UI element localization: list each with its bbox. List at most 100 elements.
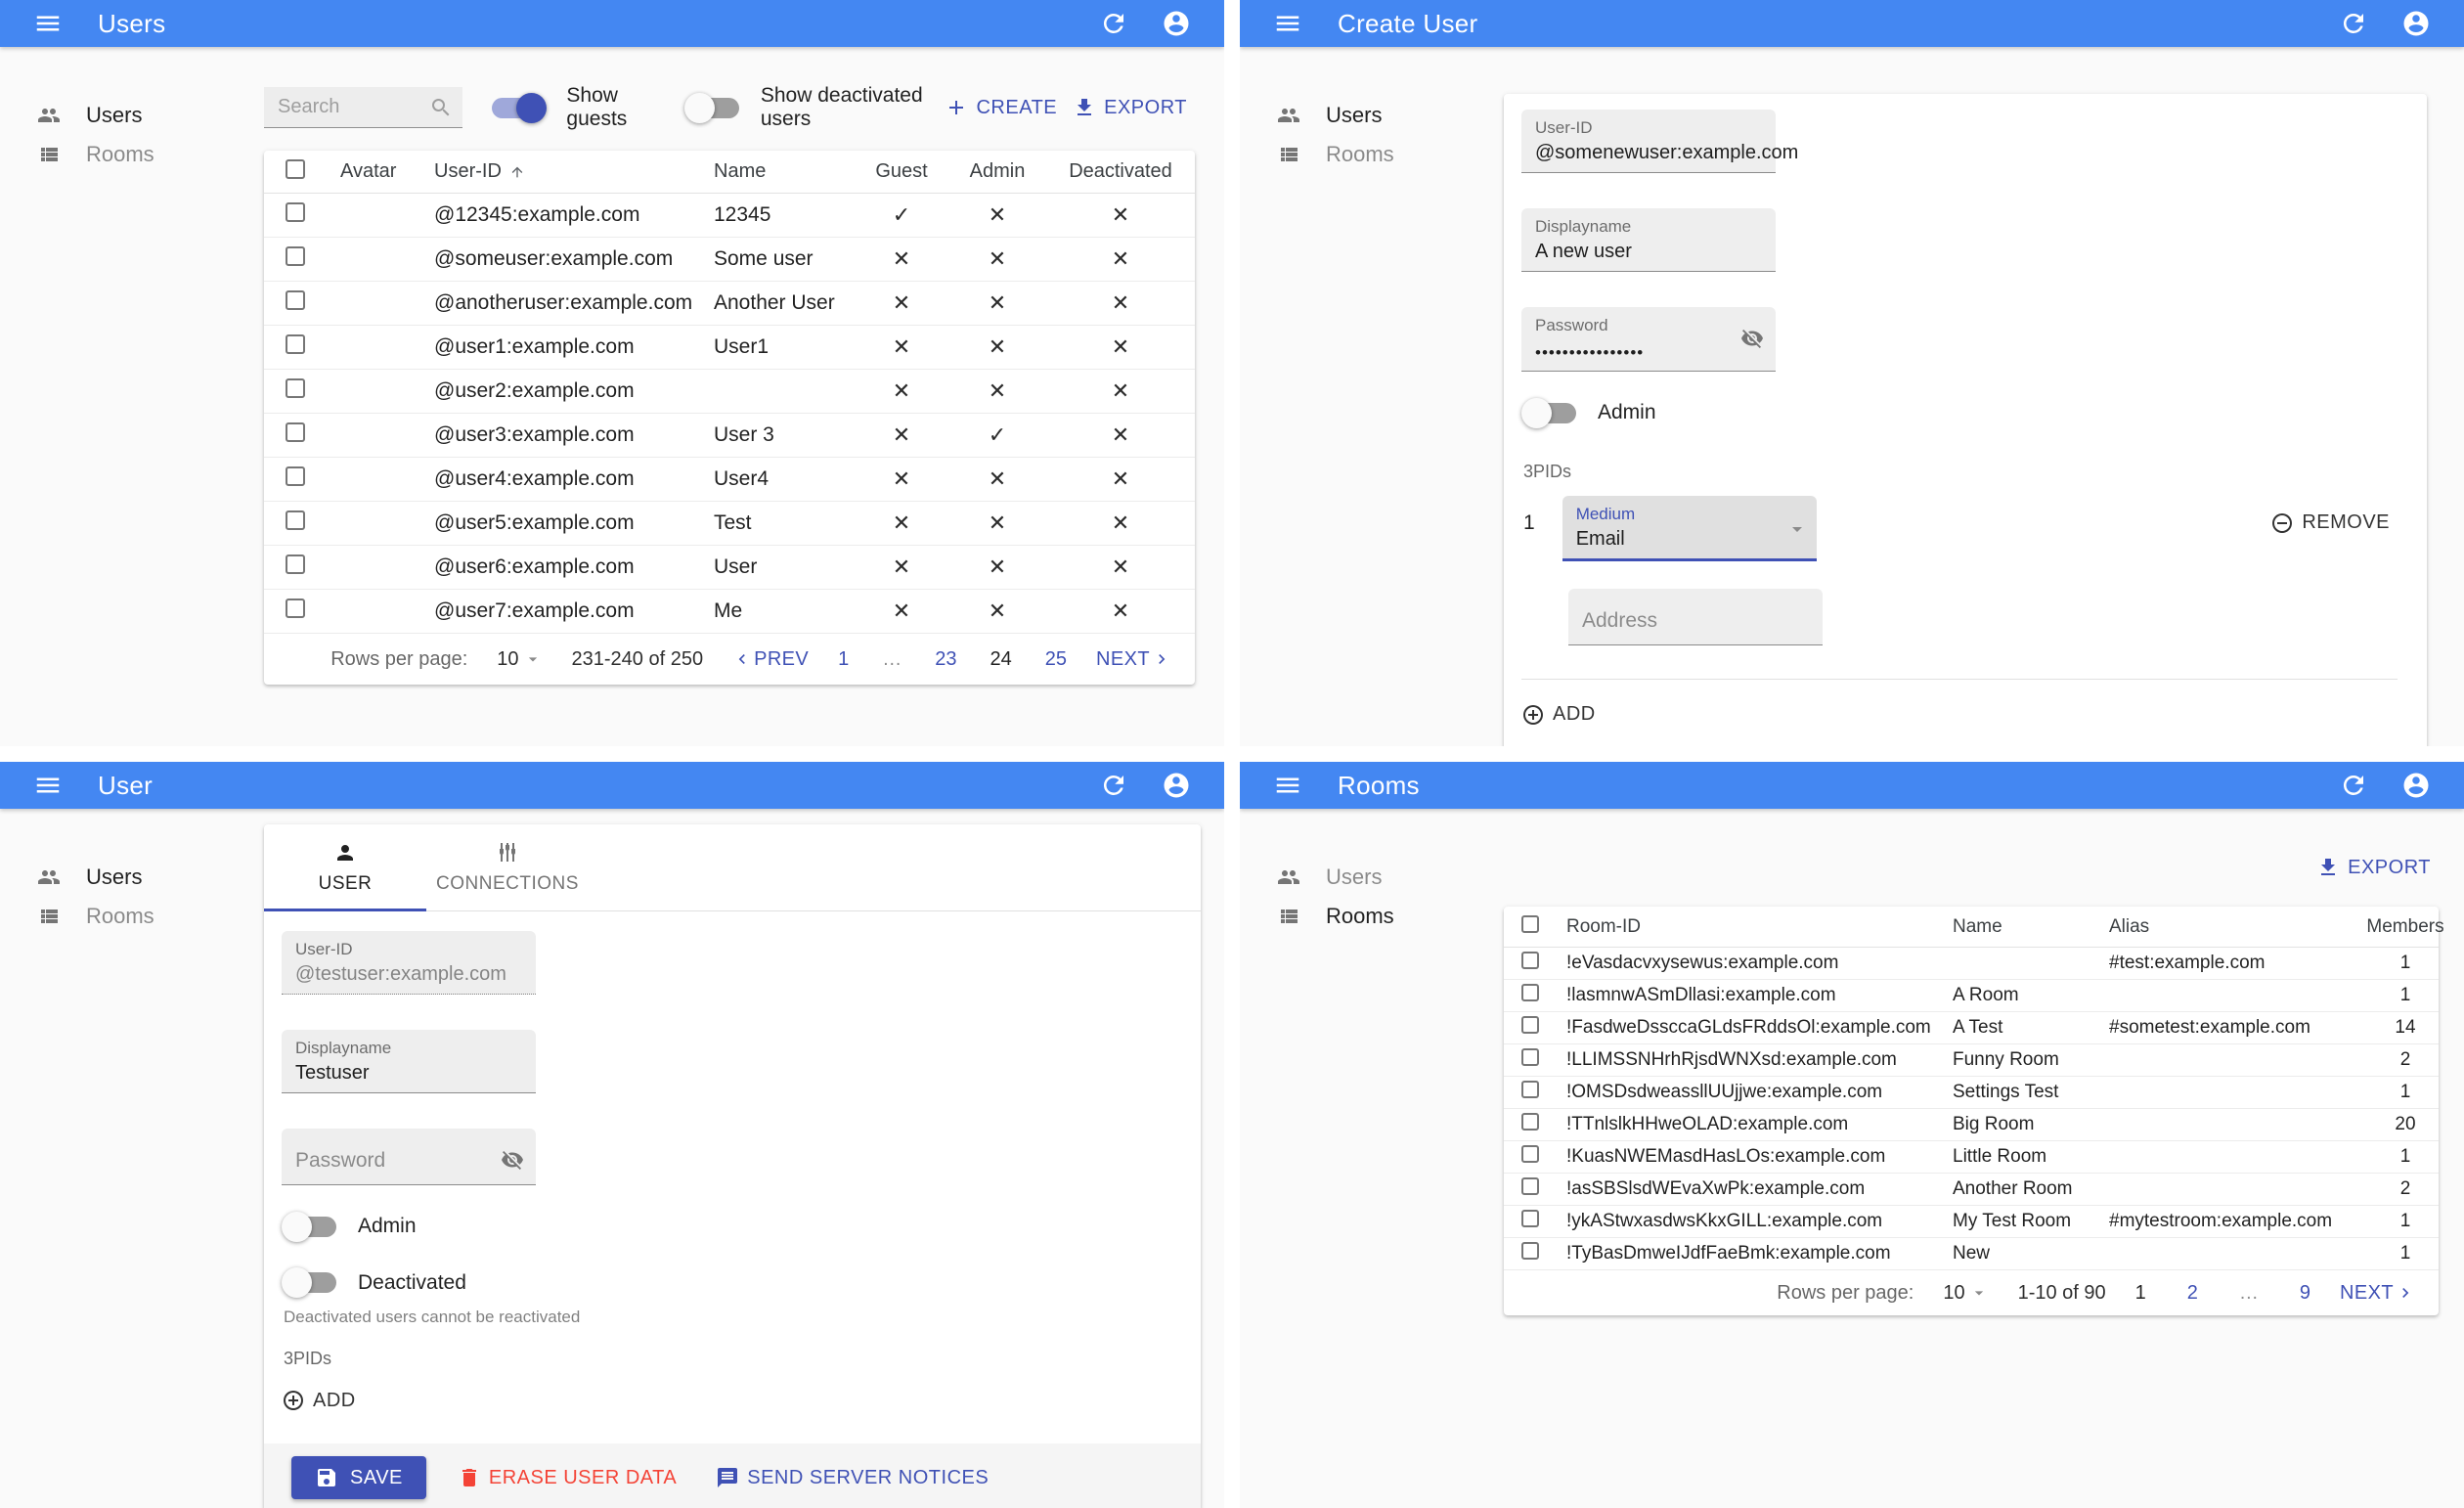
save-button[interactable]: SAVE bbox=[291, 1456, 426, 1499]
room-table-row[interactable]: !asSBSlsdWEvaXwPk:example.com Another Ro… bbox=[1504, 1174, 2439, 1206]
show-guests-toggle[interactable]: Show guests bbox=[492, 84, 656, 131]
row-checkbox[interactable] bbox=[286, 466, 305, 486]
user-table-row[interactable]: @user7:example.com Me ✕ ✕ ✕ bbox=[264, 590, 1195, 634]
row-checkbox[interactable] bbox=[1521, 984, 1539, 1001]
room-table-row[interactable]: !OMSDsdweassllUUjjwe:example.com Setting… bbox=[1504, 1077, 2439, 1109]
user-table-row[interactable]: @user4:example.com User4 ✕ ✕ ✕ bbox=[264, 458, 1195, 502]
user-table-row[interactable]: @user2:example.com ✕ ✕ ✕ bbox=[264, 370, 1195, 414]
prev-button[interactable]: PREV bbox=[732, 648, 809, 671]
user-table-row[interactable]: @anotheruser:example.com Another User ✕ … bbox=[264, 282, 1195, 326]
next-button[interactable]: NEXT bbox=[1096, 648, 1171, 671]
sidebar-item-rooms[interactable]: Rooms bbox=[0, 135, 264, 174]
toggle-off[interactable] bbox=[282, 1267, 336, 1298]
rows-per-page-select[interactable]: 10 bbox=[497, 648, 542, 671]
row-checkbox[interactable] bbox=[286, 202, 305, 222]
room-table-row[interactable]: !FasdweDssccaGLdsFRddsOl:example.com A T… bbox=[1504, 1012, 2439, 1044]
row-checkbox[interactable] bbox=[1521, 1016, 1539, 1034]
refresh-icon[interactable] bbox=[2339, 9, 2368, 38]
show-deactivated-toggle[interactable]: Show deactivated users bbox=[683, 84, 938, 131]
page-number[interactable]: 25 bbox=[1045, 648, 1067, 671]
export-button[interactable]: EXPORT bbox=[1065, 90, 1195, 125]
select-all-checkbox[interactable] bbox=[1521, 914, 1539, 933]
user-table-row[interactable]: @user5:example.com Test ✕ ✕ ✕ bbox=[264, 502, 1195, 546]
row-checkbox[interactable] bbox=[286, 599, 305, 618]
add-button[interactable]: ADD bbox=[1521, 697, 1604, 732]
sidebar-item-users[interactable]: Users bbox=[1240, 858, 1504, 897]
select-all-checkbox[interactable] bbox=[286, 158, 305, 179]
page-number[interactable]: 2 bbox=[2187, 1282, 2198, 1305]
row-checkbox[interactable] bbox=[1521, 1210, 1539, 1227]
room-table-row[interactable]: !KuasNWEMasdHasLOs:example.com Little Ro… bbox=[1504, 1141, 2439, 1174]
user-table-row[interactable]: @user1:example.com User1 ✕ ✕ ✕ bbox=[264, 326, 1195, 370]
send-server-notices-button[interactable]: SEND SERVER NOTICES bbox=[708, 1460, 996, 1495]
row-checkbox[interactable] bbox=[1521, 1145, 1539, 1163]
remove-button[interactable]: REMOVE bbox=[2263, 506, 2398, 541]
deactivated-toggle[interactable]: Deactivated bbox=[282, 1267, 466, 1298]
displayname-field[interactable]: Displayname Testuser bbox=[282, 1030, 536, 1093]
next-button[interactable]: NEXT bbox=[2340, 1282, 2415, 1305]
password-field[interactable]: Password •••••••••••••••• bbox=[1521, 307, 1776, 372]
row-checkbox[interactable] bbox=[286, 422, 305, 442]
row-checkbox[interactable] bbox=[286, 334, 305, 354]
toggle-off[interactable] bbox=[683, 92, 739, 123]
row-checkbox[interactable] bbox=[286, 510, 305, 530]
sidebar-item-rooms[interactable]: Rooms bbox=[1240, 897, 1504, 936]
room-table-row[interactable]: !ykAStwxasdwsKkxGILL:example.com My Test… bbox=[1504, 1206, 2439, 1238]
sidebar-item-rooms[interactable]: Rooms bbox=[0, 897, 264, 936]
export-button[interactable]: EXPORT bbox=[2309, 850, 2439, 885]
admin-toggle[interactable]: Admin bbox=[282, 1211, 417, 1242]
password-field[interactable]: Password bbox=[282, 1129, 536, 1185]
row-checkbox[interactable] bbox=[286, 290, 305, 310]
menu-icon[interactable] bbox=[33, 771, 63, 800]
page-number[interactable]: 9 bbox=[2300, 1282, 2310, 1305]
create-button[interactable]: CREATE bbox=[937, 90, 1065, 125]
toggle-off[interactable] bbox=[282, 1211, 336, 1242]
visibility-off-icon[interactable] bbox=[1740, 327, 1764, 350]
account-circle-icon[interactable] bbox=[1162, 771, 1191, 800]
page-number[interactable]: … bbox=[882, 648, 902, 671]
row-checkbox[interactable] bbox=[1521, 952, 1539, 969]
account-circle-icon[interactable] bbox=[1162, 9, 1191, 38]
page-number[interactable]: 23 bbox=[935, 648, 956, 671]
row-checkbox[interactable] bbox=[286, 554, 305, 574]
visibility-off-icon[interactable] bbox=[501, 1148, 524, 1172]
row-checkbox[interactable] bbox=[1521, 1177, 1539, 1195]
menu-icon[interactable] bbox=[33, 9, 63, 38]
user-table-row[interactable]: @user6:example.com User ✕ ✕ ✕ bbox=[264, 546, 1195, 590]
refresh-icon[interactable] bbox=[1099, 771, 1128, 800]
room-table-row[interactable]: !TTnlslkHHweOLAD:example.com Big Room 20 bbox=[1504, 1109, 2439, 1141]
admin-toggle[interactable]: Admin bbox=[1521, 397, 1656, 428]
user-id-field[interactable]: User-ID @somenewuser:example.com bbox=[1521, 110, 1798, 173]
user-table-row[interactable]: @someuser:example.com Some user ✕ ✕ ✕ bbox=[264, 238, 1195, 282]
account-circle-icon[interactable] bbox=[2401, 771, 2431, 800]
page-number[interactable]: 1 bbox=[838, 648, 849, 671]
tab-user[interactable]: USER bbox=[264, 824, 426, 911]
toggle-on[interactable] bbox=[492, 92, 548, 123]
room-table-row[interactable]: !TyBasDmweIJdfFaeBmk:example.com New 1 bbox=[1504, 1238, 2439, 1270]
add-button[interactable]: ADD bbox=[282, 1383, 364, 1418]
menu-icon[interactable] bbox=[1273, 771, 1302, 800]
room-table-row[interactable]: !LLIMSSNHrhRjsdWNXsd:example.com Funny R… bbox=[1504, 1044, 2439, 1077]
address-field[interactable]: Address bbox=[1568, 588, 1823, 645]
row-checkbox[interactable] bbox=[1521, 1242, 1539, 1260]
page-number[interactable]: … bbox=[2239, 1282, 2259, 1305]
col-header-user-id[interactable]: User-ID bbox=[420, 160, 700, 183]
search-input[interactable]: Search bbox=[264, 87, 463, 128]
refresh-icon[interactable] bbox=[1099, 9, 1128, 38]
account-circle-icon[interactable] bbox=[2401, 9, 2431, 38]
medium-select[interactable]: Medium Email bbox=[1562, 495, 1817, 561]
sidebar-item-rooms[interactable]: Rooms bbox=[1240, 135, 1504, 174]
menu-icon[interactable] bbox=[1273, 9, 1302, 38]
displayname-field[interactable]: Displayname A new user bbox=[1521, 208, 1776, 272]
tab-connections[interactable]: CONNECTIONS bbox=[426, 824, 589, 910]
page-number[interactable]: 24 bbox=[990, 648, 1012, 671]
erase-user-data-button[interactable]: ERASE USER DATA bbox=[450, 1460, 684, 1495]
row-checkbox[interactable] bbox=[1521, 1048, 1539, 1066]
toggle-off[interactable] bbox=[1521, 397, 1576, 428]
refresh-icon[interactable] bbox=[2339, 771, 2368, 800]
page-number[interactable]: 1 bbox=[2135, 1282, 2146, 1305]
room-table-row[interactable]: !eVasdacvxysewus:example.com #test:examp… bbox=[1504, 948, 2439, 980]
sidebar-item-users[interactable]: Users bbox=[1240, 96, 1504, 135]
user-table-row[interactable]: @12345:example.com 12345 ✓ ✕ ✕ bbox=[264, 194, 1195, 238]
rows-per-page-select[interactable]: 10 bbox=[1943, 1282, 1988, 1305]
